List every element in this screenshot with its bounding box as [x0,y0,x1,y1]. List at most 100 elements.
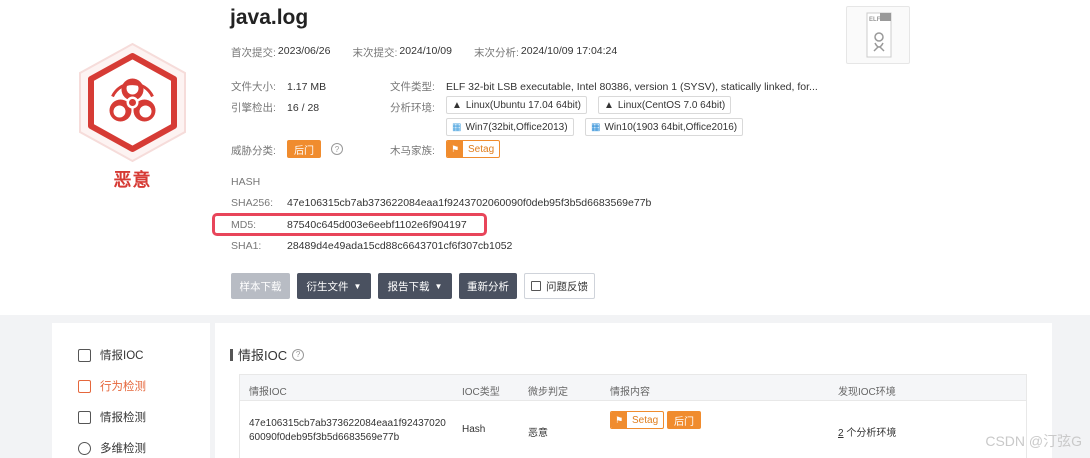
table-icon [78,410,91,424]
sidebar-item-ioc[interactable]: 情报IOC [78,347,143,363]
ioc-family-tag[interactable]: ⚑ Setag [610,411,665,429]
threat-label: 威胁分类: [231,145,276,157]
derived-files-button[interactable]: 衍生文件 ▼ [297,273,371,299]
watermark: CSDN @汀弦G [985,433,1082,449]
md5-highlight-box [212,213,487,236]
family-tag-label: Setag [468,143,495,155]
sidebar-item-label: 情报检测 [100,412,146,424]
sidebar-item-multidim[interactable]: 多维检测 [78,440,146,456]
last-analysis-label: 末次分析: [473,47,519,59]
sha1-value[interactable]: 28489d4e49ada15cd88c6643701cf6f307cb1052 [287,240,512,252]
family-label: 木马家族: [390,145,435,157]
engine-label: 引擎检出: [231,102,276,114]
file-type-label: 文件类型: [390,81,435,93]
file-size-row: 文件大小: 1.17 MB [231,79,326,94]
search-icon [78,441,91,455]
help-icon[interactable]: ? [292,348,305,361]
env-count-suffix: 个分析环境 [846,428,897,439]
tag-icon: ⚑ [447,141,463,157]
family-tag[interactable]: ⚑ Setag [446,140,501,158]
ioc-verdict: 恶意 [528,428,548,439]
last-submit-value: 2024/10/09 [399,45,452,57]
sha1-label: SHA1: [231,240,262,252]
env-tag-label: Linux(Ubuntu 17.04 64bit) [465,99,581,111]
report-download-label: 报告下载 [387,280,430,293]
th-ioc: 情报IOC [249,387,287,398]
download-sample-label: 样本下载 [239,280,282,293]
verdict-label: 恶意 [113,170,152,190]
env-count-number[interactable]: 2 [838,428,844,439]
sidebar-item-label: 多维检测 [100,443,146,455]
th-verdict: 微步判定 [528,387,568,398]
sidebar-item-label: 行为检测 [100,381,146,393]
sha256-row: SHA256: 47e106315cb7ab373622084eaa1f92437… [231,197,651,209]
feedback-button[interactable]: 问题反馈 [524,273,595,299]
derived-files-label: 衍生文件 [306,280,349,293]
last-submit-label: 末次提交: [352,47,398,59]
file-name-title: java.log [230,6,309,29]
file-check-icon [78,348,91,362]
last-analysis-value: 2024/10/09 17:04:24 [520,45,618,57]
reanalyze-button[interactable]: 重新分析 [459,273,517,299]
reanalyze-label: 重新分析 [467,280,509,293]
file-type-value: ELF 32-bit LSB executable, Intel 80386, … [446,81,818,93]
table-header: 情报IOC IOC类型 微步判定 情报内容 发现IOC环境 [239,374,1027,401]
windows-icon: ▦ [591,121,601,133]
sidebar-item-intel[interactable]: 情报检测 [78,409,146,425]
env-tag-win7[interactable]: ▦ Win7(32bit,Office2013) [446,118,574,136]
section-title: 情报IOC ? [230,345,305,364]
engine-total: / 28 [301,102,320,114]
windows-icon: ▦ [452,121,462,133]
env-tag-centos[interactable]: ▲ Linux(CentOS 7.0 64bit) [598,96,732,114]
env-label: 分析环境: [390,102,435,114]
malicious-badge-icon [70,40,195,165]
detail-sidebar: 情报IOC 行为检测 情报检测 多维检测 [52,323,210,458]
threat-tag[interactable]: 后门 [287,140,321,158]
th-intel-content: 情报内容 [610,387,650,398]
engine-detection-row: 引擎检出: 16 / 28 [231,100,319,115]
env-tag-label: Win10(1903 64bit,Office2016) [604,121,738,133]
submission-dates: 首次提交: 2023/06/26 末次提交: 2024/10/09 末次分析: … [231,45,617,60]
ioc-threat-tag[interactable]: 后门 [667,411,701,429]
env-tag-win10[interactable]: ▦ Win10(1903 64bit,Office2016) [585,118,744,136]
elf-icon-text: ELF [869,17,881,23]
ioc-env-count[interactable]: 2 个分析环境 [838,424,896,439]
section-bar [230,348,233,361]
feedback-icon [531,281,541,291]
chevron-down-icon: ▼ [434,281,443,291]
sidebar-item-behavior[interactable]: 行为检测 [78,378,146,394]
feedback-label: 问题反馈 [546,280,588,293]
ioc-type: Hash [462,424,486,435]
linux-icon: ▲ [604,99,614,111]
activity-icon [78,379,91,393]
env-label-row: 分析环境: [390,100,435,115]
table-row[interactable]: 47e106315cb7ab373622084eaa1f924370206009… [239,401,1027,458]
tag-icon: ⚑ [611,412,627,428]
chevron-down-icon: ▼ [353,281,362,291]
hash-header: HASH [231,176,261,188]
sidebar-item-label: 情报IOC [100,350,144,362]
first-submit-value: 2023/06/26 [277,45,331,57]
sha256-label: SHA256: [231,197,274,209]
th-ioc-type: IOC类型 [462,387,500,398]
file-type-row: 文件类型: ELF 32-bit LSB executable, Intel 80… [390,79,818,94]
env-tag-label: Linux(CentOS 7.0 64bit) [617,99,726,111]
engine-hits: 16 [287,102,299,114]
linux-icon: ▲ [452,99,462,111]
env-tag-ubuntu[interactable]: ▲ Linux(Ubuntu 17.04 64bit) [446,96,587,114]
first-submit-label: 首次提交: [231,47,276,59]
section-title-text: 情报IOC [238,348,288,363]
elf-file-icon: ELF [846,6,910,64]
download-sample-button[interactable]: 样本下载 [231,273,290,299]
th-ioc-env: 发现IOC环境 [838,387,896,398]
help-icon[interactable]: ? [331,143,343,155]
family-row: 木马家族: [390,143,435,158]
sha256-value[interactable]: 47e106315cb7ab373622084eaa1f924370206009… [287,197,651,209]
file-size-label: 文件大小: [231,81,276,93]
report-download-button[interactable]: 报告下载 ▼ [378,273,452,299]
ioc-value[interactable]: 47e106315cb7ab373622084eaa1f924370206009… [249,417,449,445]
ioc-family-tag-label: Setag [632,414,659,426]
threat-row: 威胁分类: [231,143,287,158]
env-tag-label: Win7(32bit,Office2013) [465,121,568,133]
sha1-row: SHA1: 28489d4e49ada15cd88c6643701cf6f307c… [231,240,512,252]
